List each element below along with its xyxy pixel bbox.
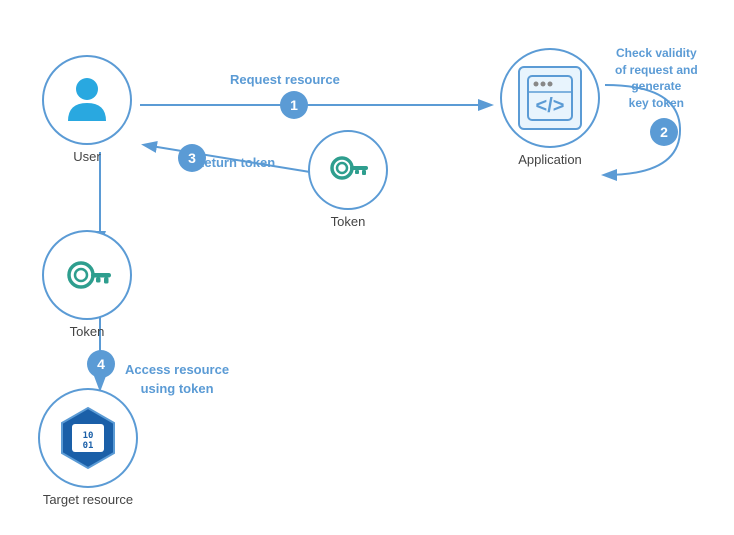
svg-text:10: 10 <box>83 431 94 441</box>
token-left-circle <box>42 230 132 320</box>
diagram-canvas: User 1 Request resource </> <box>0 0 734 535</box>
target-circle-container: 10 01 <box>38 388 138 488</box>
code-icon: </> <box>526 74 574 122</box>
step1-badge: 1 <box>280 91 308 119</box>
token-left-label: Token <box>70 324 105 339</box>
target-circle: 10 01 <box>38 388 138 488</box>
request-resource-label: Request resource <box>230 72 340 87</box>
access-resource-label: Access resourceusing token <box>125 340 229 399</box>
application-circle: </> <box>500 48 600 148</box>
user-node: User <box>42 55 132 164</box>
token-left-node: Token <box>42 230 132 339</box>
application-icon: </> <box>518 66 582 130</box>
token-left-icon <box>61 249 113 301</box>
step4-badge: 4 <box>87 350 115 378</box>
token-mid-circle <box>308 130 388 210</box>
user-label: User <box>73 149 100 164</box>
target-resource-node: 10 01 Target resource <box>38 388 138 507</box>
check-validity-label: Check validityof request andgeneratekey … <box>615 28 698 112</box>
token-mid-label: Token <box>331 214 366 229</box>
application-node: </> Application <box>500 48 600 167</box>
step2-badge: 2 <box>650 118 678 146</box>
token-mid-node: Token <box>308 130 388 229</box>
user-icon <box>60 73 115 128</box>
target-icon: 10 01 <box>54 404 122 472</box>
user-circle <box>42 55 132 145</box>
target-label: Target resource <box>43 492 133 507</box>
return-token-label: Return token <box>195 155 275 170</box>
svg-text:</>: </> <box>536 95 565 117</box>
application-label: Application <box>518 152 582 167</box>
token-mid-icon <box>324 146 372 194</box>
svg-text:01: 01 <box>83 441 94 451</box>
